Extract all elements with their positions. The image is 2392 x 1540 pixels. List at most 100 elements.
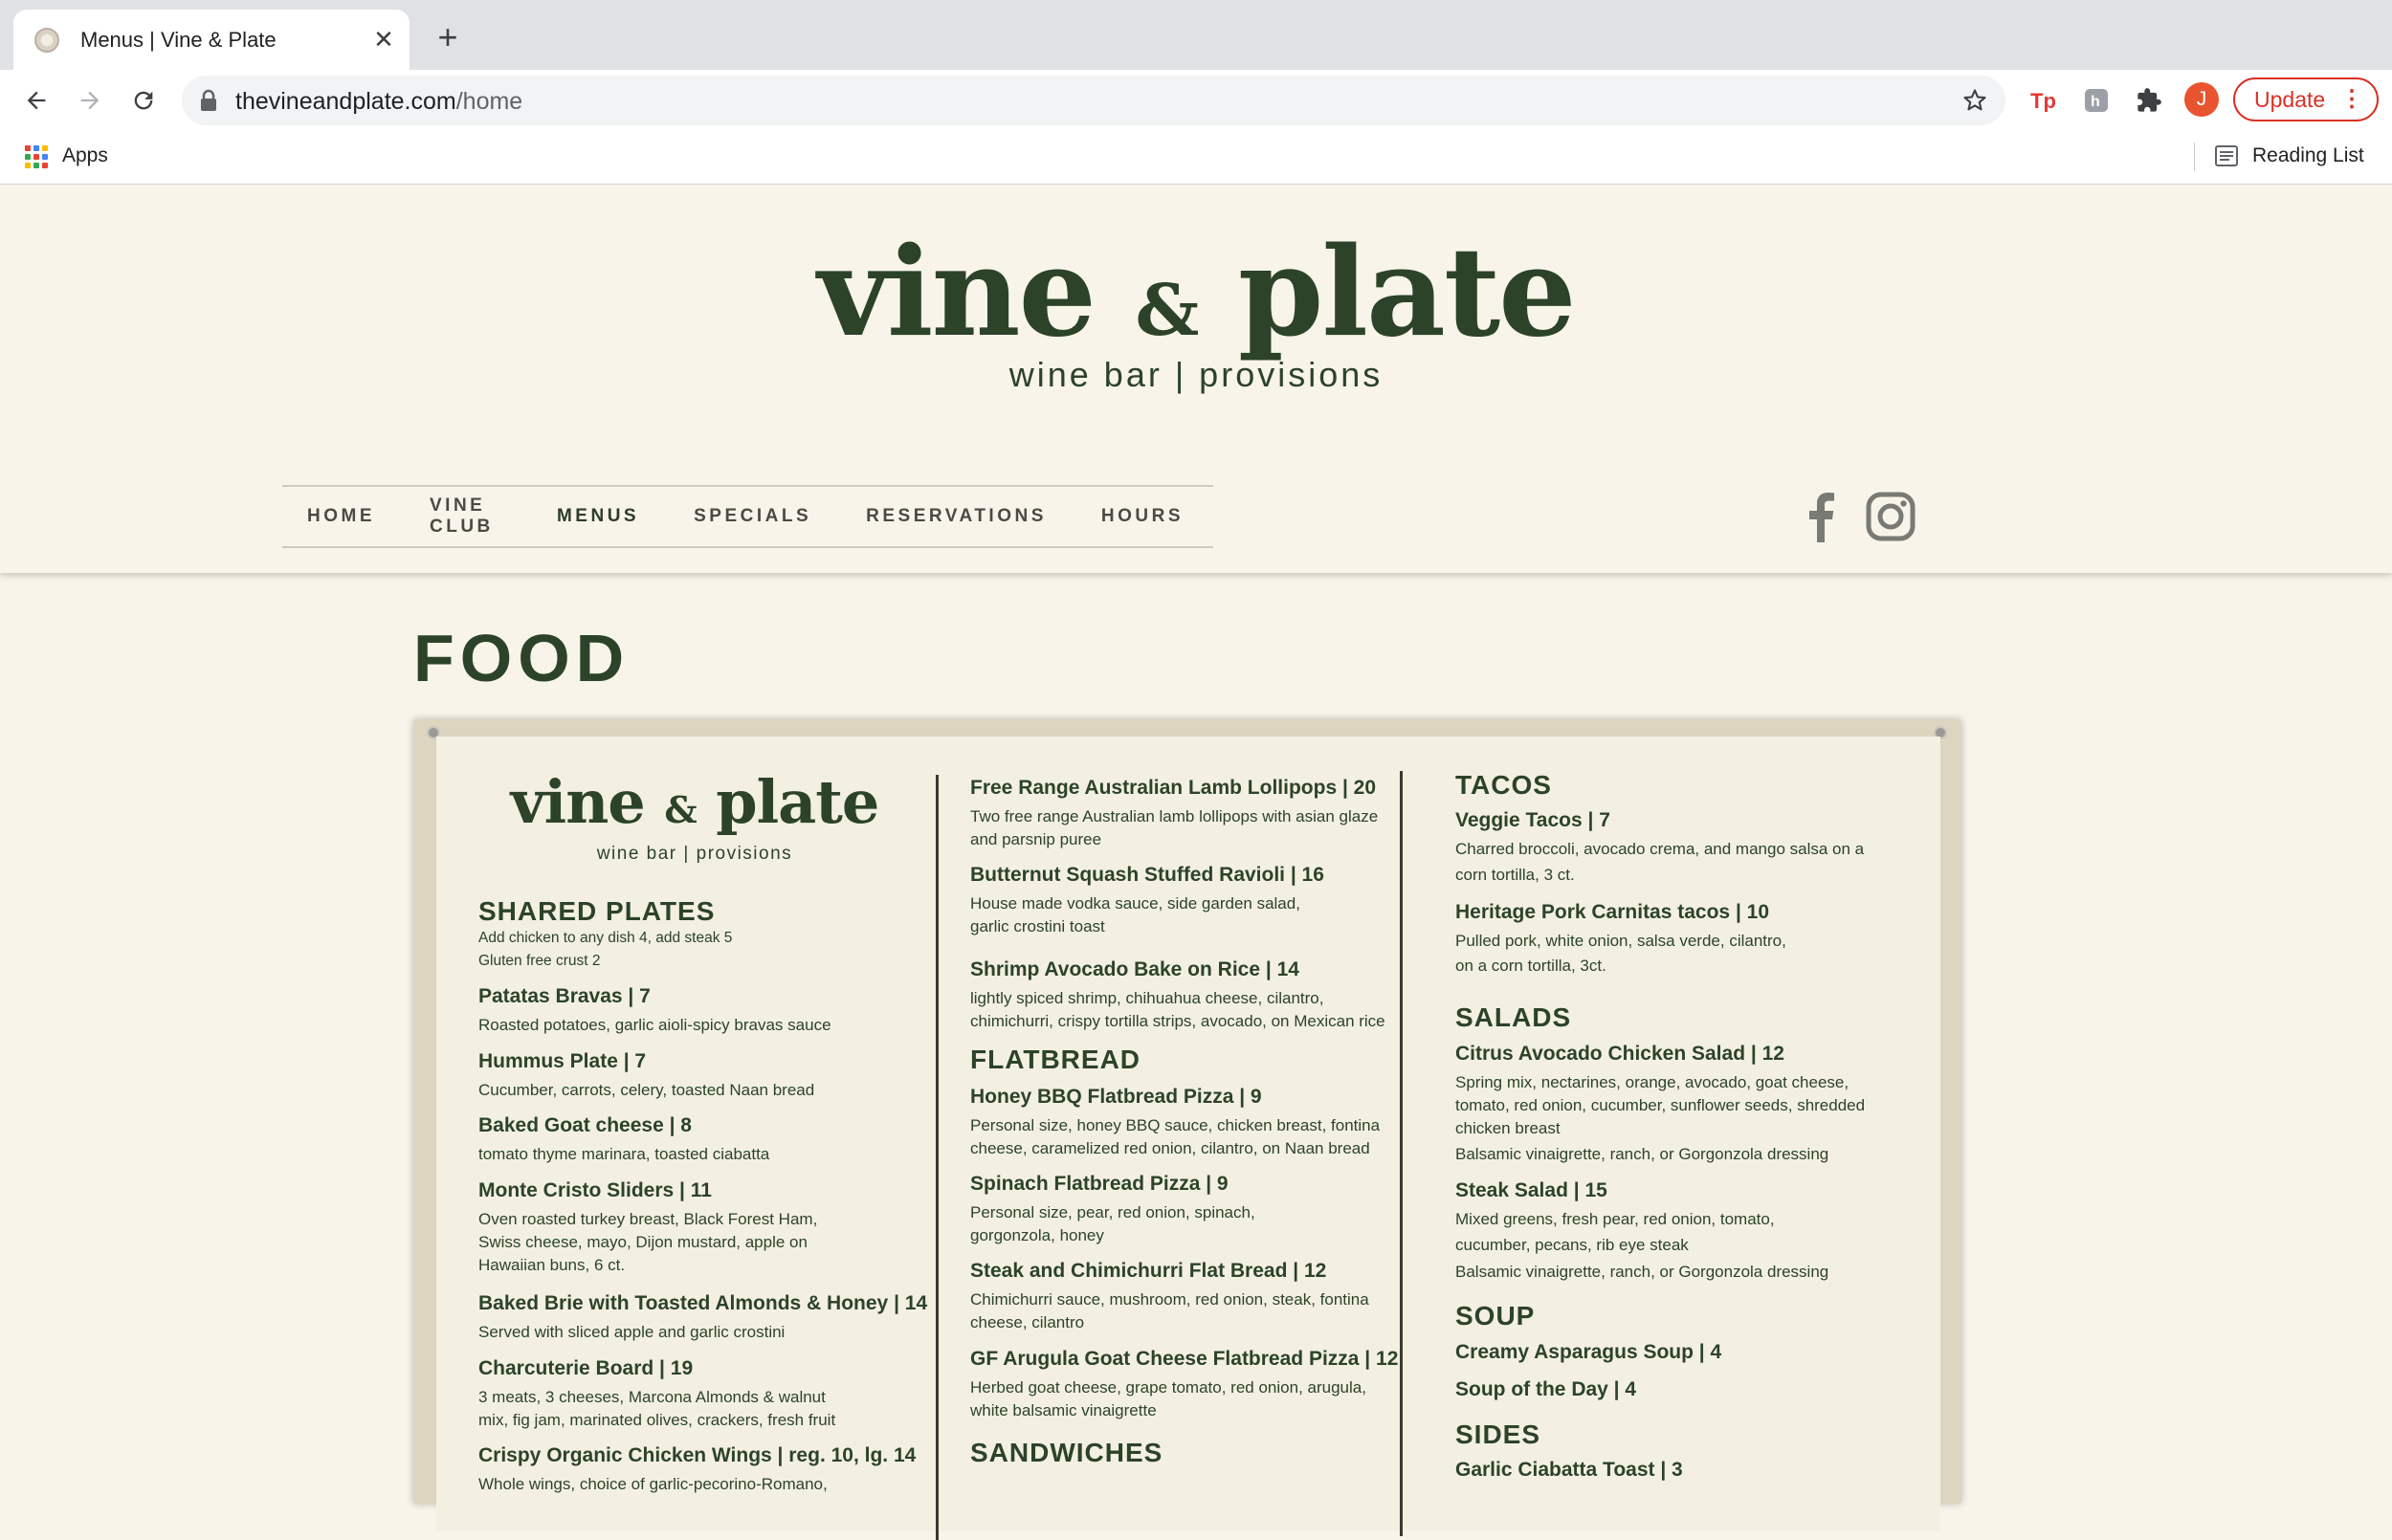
menu-item-desc: mix, fig jam, marinated olives, crackers… bbox=[478, 1411, 836, 1429]
section-heading-soup: SOUP bbox=[1455, 1301, 1536, 1331]
menu-item-desc: Cucumber, carrots, celery, toasted Naan … bbox=[478, 1081, 815, 1099]
apps-dot bbox=[33, 154, 39, 160]
update-label: Update bbox=[2254, 86, 2326, 112]
facebook-icon[interactable] bbox=[1804, 491, 1836, 547]
apps-bookmark[interactable]: Apps bbox=[62, 144, 108, 167]
menu-item-desc: Hawaiian buns, 6 ct. bbox=[478, 1256, 626, 1274]
instagram-icon[interactable] bbox=[1866, 492, 1916, 546]
menu-item-name: Free Range Australian Lamb Lollipops | 2… bbox=[970, 777, 1377, 799]
menu-item-name: Heritage Pork Carnitas tacos | 10 bbox=[1455, 901, 1770, 923]
puzzle-extensions-icon[interactable] bbox=[2132, 83, 2166, 118]
menu-item-desc: Balsamic vinaigrette, ranch, or Gorgonzo… bbox=[1455, 1145, 1829, 1163]
update-button[interactable]: Update ⋮ bbox=[2233, 77, 2379, 121]
svg-text:h: h bbox=[2091, 94, 2100, 110]
menu-item-name: Steak and Chimichurri Flat Bread | 12 bbox=[970, 1260, 1327, 1282]
column-divider bbox=[1400, 771, 1403, 1536]
menu-item-desc: Swiss cheese, mayo, Dijon mustard, apple… bbox=[478, 1233, 808, 1251]
menu-item-desc: Roasted potatoes, garlic aioli-spicy bra… bbox=[478, 1016, 831, 1034]
menu-item-name: Spinach Flatbread Pizza | 9 bbox=[970, 1173, 1229, 1195]
url-text: thevineandplate.com/home bbox=[235, 88, 523, 115]
more-menu-icon[interactable]: ⋮ bbox=[2340, 85, 2363, 114]
menu-item-name: Crispy Organic Chicken Wings | reg. 10, … bbox=[478, 1444, 917, 1466]
reload-icon[interactable] bbox=[124, 81, 163, 120]
menu-item-name: Citrus Avocado Chicken Salad | 12 bbox=[1455, 1043, 1784, 1065]
menu-item-desc: white balsamic vinaigrette bbox=[970, 1401, 1157, 1419]
menu-item-desc: tomato thyme marinara, toasted ciabatta bbox=[478, 1145, 770, 1163]
menu-item-name: Baked Goat cheese | 8 bbox=[478, 1114, 692, 1136]
menu-item-name: Baked Brie with Toasted Almonds & Honey … bbox=[478, 1292, 928, 1314]
tab-title: Menus | Vine & Plate bbox=[80, 27, 277, 52]
menu-item-desc: Personal size, pear, red onion, spinach, bbox=[970, 1203, 1255, 1221]
menu-item-desc: Two free range Australian lamb lollipops… bbox=[970, 807, 1379, 825]
menu-item-name: Creamy Asparagus Soup | 4 bbox=[1455, 1341, 1722, 1363]
menu-item-name: Soup of the Day | 4 bbox=[1455, 1378, 1637, 1400]
browser-tab[interactable]: Menus | Vine & Plate ✕ bbox=[13, 10, 410, 70]
nav-reservations[interactable]: RESERVATIONS bbox=[866, 506, 1047, 527]
apps-dot bbox=[42, 163, 48, 168]
svg-text:Tp: Tp bbox=[2030, 89, 2056, 112]
bookmark-divider bbox=[2194, 143, 2195, 171]
browser-toolbar: thevineandplate.com/home Tp h J Update ⋮ bbox=[0, 70, 2392, 131]
apps-grid-icon[interactable] bbox=[25, 145, 48, 168]
menu-item-name: Charcuterie Board | 19 bbox=[478, 1357, 694, 1379]
menu-item-desc: cucumber, pecans, rib eye steak bbox=[1455, 1236, 1689, 1254]
menu-item-desc: Personal size, honey BBQ sauce, chicken … bbox=[970, 1116, 1381, 1134]
menu-item-desc: Balsamic vinaigrette, ranch, or Gorgonzo… bbox=[1455, 1263, 1829, 1281]
profile-avatar[interactable]: J bbox=[2184, 82, 2219, 117]
section-heading-sandwiches: SANDWICHES bbox=[970, 1438, 1163, 1467]
nav-home[interactable]: HOME bbox=[307, 506, 375, 527]
menu-item-desc: Mixed greens, fresh pear, red onion, tom… bbox=[1455, 1210, 1775, 1228]
column-divider bbox=[936, 775, 939, 1540]
site-logo[interactable]: vine & plate bbox=[0, 221, 2392, 364]
tp-extension-icon[interactable]: Tp bbox=[2027, 83, 2061, 118]
menu-tagline: wine bar | provisions bbox=[596, 844, 793, 864]
new-tab-icon[interactable]: + bbox=[431, 20, 465, 55]
page-title: FOOD bbox=[413, 621, 631, 695]
menu-item-desc: corn tortilla, 3 ct. bbox=[1455, 866, 1575, 884]
extension-icon[interactable]: h bbox=[2079, 83, 2114, 118]
menu-sheet: vine & plate wine bar | provisions SHARE… bbox=[436, 737, 1940, 1540]
menu-logo: vine & plate bbox=[510, 767, 880, 837]
menu-item-desc: garlic crostini toast bbox=[970, 917, 1105, 935]
menu-item-desc: chimichurri, crispy tortilla strips, avo… bbox=[970, 1012, 1385, 1030]
site-header: vine & plate wine bar | provisions HOME … bbox=[0, 185, 2392, 573]
menu-item-name: Patatas Bravas | 7 bbox=[478, 985, 651, 1007]
section-heading-salads: SALADS bbox=[1455, 1002, 1572, 1032]
reading-list-button[interactable]: Reading List bbox=[2252, 144, 2364, 167]
menu-item-name: Monte Cristo Sliders | 11 bbox=[478, 1179, 712, 1201]
nav-hours[interactable]: HOURS bbox=[1101, 506, 1184, 527]
menu-item-desc: Spring mix, nectarines, orange, avocado,… bbox=[1455, 1073, 1849, 1091]
section-heading-shared-plates: SHARED PLATES bbox=[478, 896, 716, 926]
section-heading-flatbread: FLATBREAD bbox=[970, 1045, 1141, 1074]
section-heading-sides: SIDES bbox=[1455, 1419, 1541, 1449]
close-tab-icon[interactable]: ✕ bbox=[369, 25, 398, 55]
forward-arrow-icon[interactable] bbox=[71, 81, 109, 120]
apps-dot bbox=[25, 154, 31, 160]
tab-strip: Menus | Vine & Plate ✕ + bbox=[0, 0, 2392, 70]
back-arrow-icon[interactable] bbox=[17, 81, 55, 120]
menu-note: Add chicken to any dish 4, add steak 5 bbox=[478, 930, 733, 946]
menu-item-desc: chicken breast bbox=[1455, 1119, 1561, 1137]
apps-dot bbox=[33, 163, 39, 168]
menu-item-desc: Chimichurri sauce, mushroom, red onion, … bbox=[970, 1290, 1369, 1309]
food-menu-image: vine & plate wine bar | provisions SHARE… bbox=[413, 719, 1961, 1540]
nav-menus[interactable]: MENUS bbox=[557, 506, 639, 527]
apps-dot bbox=[42, 154, 48, 160]
reading-list-icon[interactable] bbox=[2214, 144, 2239, 172]
menu-item-desc: cheese, caramelized red onion, cilantro,… bbox=[970, 1139, 1370, 1157]
menu-item-desc: Whole wings, choice of garlic-pecorino-R… bbox=[478, 1475, 828, 1493]
nav-specials[interactable]: SPECIALS bbox=[694, 506, 811, 527]
menu-item-desc: on a corn tortilla, 3ct. bbox=[1455, 957, 1606, 975]
apps-dot bbox=[33, 145, 39, 151]
menu-item-desc: Pulled pork, white onion, salsa verde, c… bbox=[1455, 932, 1786, 950]
menu-item-desc: Charred broccoli, avocado crema, and man… bbox=[1455, 840, 1865, 858]
menu-item-name: GF Arugula Goat Cheese Flatbread Pizza |… bbox=[970, 1348, 1399, 1370]
bookmark-star-icon[interactable] bbox=[1961, 87, 1988, 119]
address-bar[interactable]: thevineandplate.com/home bbox=[182, 76, 2005, 125]
menu-item-desc: and parsnip puree bbox=[970, 830, 1102, 848]
apps-dot bbox=[42, 145, 48, 151]
menu-item-desc: Herbed goat cheese, grape tomato, red on… bbox=[970, 1378, 1366, 1397]
menu-item-desc: 3 meats, 3 cheeses, Marcona Almonds & wa… bbox=[478, 1388, 826, 1406]
nav-vine-club[interactable]: VINE CLUB bbox=[430, 495, 502, 538]
section-heading-tacos: TACOS bbox=[1455, 770, 1552, 800]
